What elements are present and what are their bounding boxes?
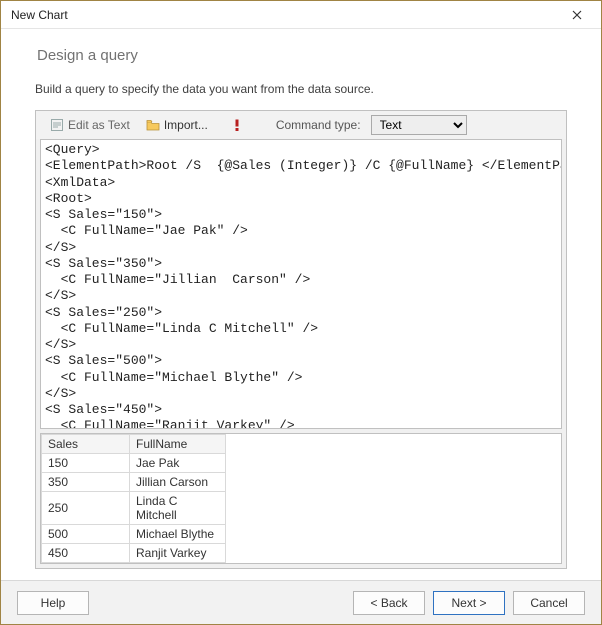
query-panel: Edit as Text Import... Command type: Tex… [35,110,567,569]
close-button[interactable] [561,4,593,26]
cell-fullname: Jae Pak [130,454,226,473]
close-icon [572,7,582,23]
import-button[interactable]: Import... [140,116,214,134]
cell-fullname: Jillian Carson [130,473,226,492]
table-row[interactable]: 350 Jillian Carson [42,473,226,492]
titlebar: New Chart [1,1,601,29]
window-title: New Chart [11,8,561,22]
next-button[interactable]: Next > [433,591,505,615]
command-type-label: Command type: [276,118,361,132]
cell-sales: 450 [42,544,130,563]
command-type-select[interactable]: Text [371,115,467,135]
table-row[interactable]: 450 Ranjit Varkey [42,544,226,563]
edit-text-icon [50,118,64,132]
table-row[interactable]: 250 Linda C Mitchell [42,492,226,525]
back-button[interactable]: < Back [353,591,425,615]
import-label: Import... [164,118,208,132]
dialog-footer: Help < Back Next > Cancel [1,580,601,624]
content-area: Design a query Build a query to specify … [1,29,601,580]
edit-as-text-button[interactable]: Edit as Text [44,116,136,134]
cell-sales: 350 [42,473,130,492]
warning-icon [230,118,244,132]
edit-as-text-label: Edit as Text [68,118,130,132]
column-header-sales[interactable]: Sales [42,435,130,454]
cancel-button[interactable]: Cancel [513,591,585,615]
query-text[interactable]: <Query> <ElementPath>Root /S {@Sales (In… [41,140,561,429]
column-header-fullname[interactable]: FullName [130,435,226,454]
table-row[interactable]: 150 Jae Pak [42,454,226,473]
cell-fullname: Michael Blythe [130,525,226,544]
cell-sales: 250 [42,492,130,525]
page-subtext: Build a query to specify the data you wa… [35,82,567,96]
table-row[interactable]: 500 Michael Blythe [42,525,226,544]
cell-fullname: Ranjit Varkey [130,544,226,563]
page-heading: Design a query [37,47,567,64]
table-header-row: Sales FullName [42,435,226,454]
cell-fullname: Linda C Mitchell [130,492,226,525]
cell-sales: 150 [42,454,130,473]
results-grid[interactable]: Sales FullName 150 Jae Pak 350 Jillian C… [40,433,562,564]
cell-sales: 500 [42,525,130,544]
folder-open-icon [146,118,160,132]
results-table: Sales FullName 150 Jae Pak 350 Jillian C… [41,434,226,563]
help-button[interactable]: Help [17,591,89,615]
query-text-area[interactable]: <Query> <ElementPath>Root /S {@Sales (In… [40,139,562,429]
query-toolbar: Edit as Text Import... Command type: Tex… [36,111,566,139]
